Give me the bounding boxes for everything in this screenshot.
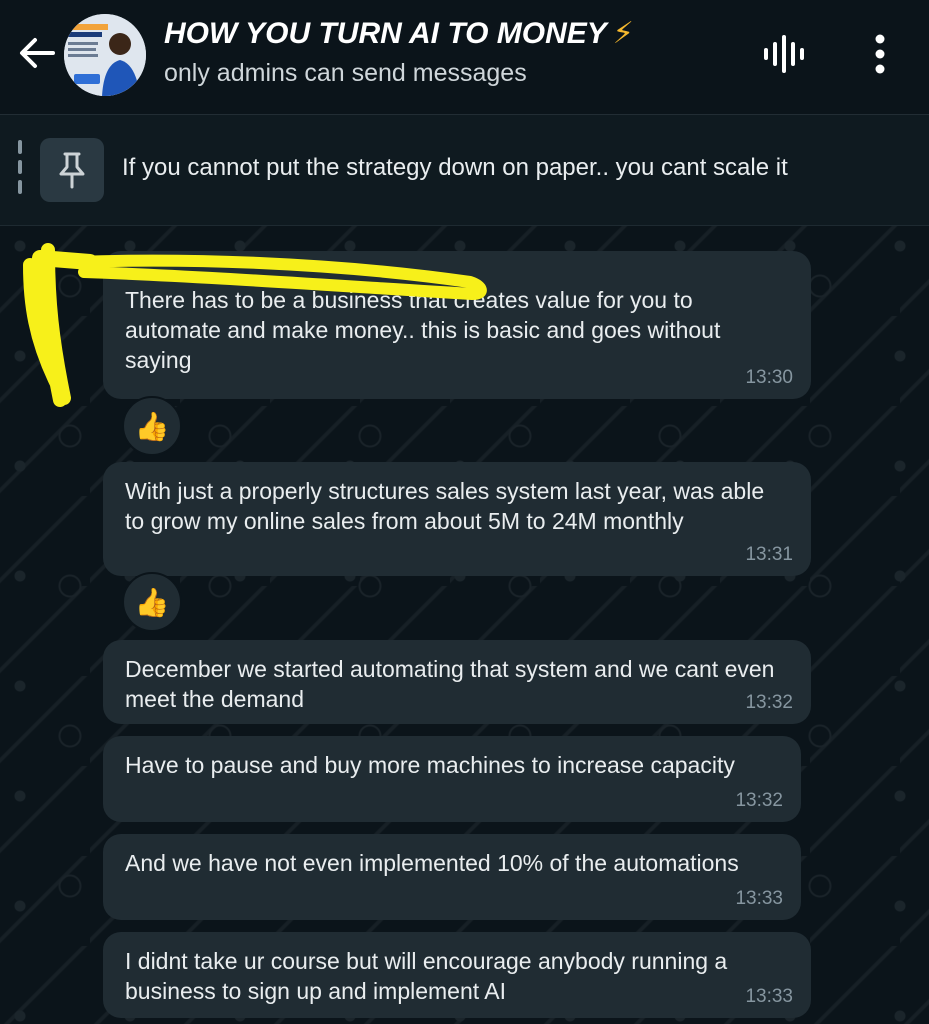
pin-icon (59, 152, 85, 189)
more-options-button[interactable] (854, 28, 906, 80)
message-bubble[interactable]: And we have not even implemented 10% of … (103, 834, 801, 920)
message-time: 13:31 (745, 544, 793, 565)
reaction-badge[interactable]: 👍 (122, 572, 182, 632)
chat-app: HOW YOU TURN AI TO MONEY ⚡ only admins ca… (0, 0, 929, 1024)
chat-messages-area[interactable]: There has to be a business that creates … (0, 226, 929, 1024)
thumbs-up-icon: 👍 (134, 410, 170, 442)
message-bubble[interactable]: December we started automating that syst… (103, 640, 811, 724)
message-bubble[interactable]: Have to pause and buy more machines to i… (103, 736, 801, 822)
arrow-left-icon (20, 38, 55, 68)
thumbs-up-icon: 👍 (134, 586, 170, 618)
message-time: 13:33 (745, 986, 793, 1007)
message-text: And we have not even implemented 10% of … (125, 850, 739, 876)
more-vertical-icon (875, 34, 885, 74)
message-time: 13:32 (735, 790, 783, 811)
back-button[interactable] (14, 30, 60, 76)
message-text: There has to be a business that creates … (125, 287, 721, 373)
message-time: 13:33 (735, 888, 783, 909)
group-avatar[interactable] (64, 14, 146, 96)
reaction-badge[interactable]: 👍 (122, 396, 182, 456)
chat-title: HOW YOU TURN AI TO MONEY ⚡ (164, 14, 724, 54)
pin-icon-box (40, 138, 104, 202)
avatar-image (64, 14, 146, 96)
lightning-icon: ⚡ (612, 17, 634, 50)
message-text: I didnt take ur course but will encourag… (125, 948, 728, 1004)
pinned-message-text: If you cannot put the strategy down on p… (122, 154, 788, 181)
message-time: 13:30 (745, 367, 793, 388)
chat-subtitle: only admins can send messages (164, 59, 527, 87)
message-time: 13:32 (745, 692, 793, 713)
chat-title-text: HOW YOU TURN AI TO MONEY (164, 17, 607, 50)
message-bubble[interactable]: There has to be a business that creates … (103, 251, 811, 399)
message-text: Have to pause and buy more machines to i… (125, 752, 735, 778)
message-bubble[interactable]: With just a properly structures sales sy… (103, 462, 811, 576)
message-text: December we started automating that syst… (125, 656, 775, 712)
chat-header: HOW YOU TURN AI TO MONEY ⚡ only admins ca… (0, 0, 929, 115)
message-text: With just a properly structures sales sy… (125, 478, 765, 534)
pinned-indicator (18, 140, 22, 200)
message-bubble[interactable]: I didnt take ur course but will encourag… (103, 932, 811, 1018)
chat-title-area[interactable]: HOW YOU TURN AI TO MONEY ⚡ only admins ca… (164, 14, 724, 90)
voice-chat-button[interactable] (758, 28, 810, 80)
voice-call-icon (764, 35, 804, 73)
